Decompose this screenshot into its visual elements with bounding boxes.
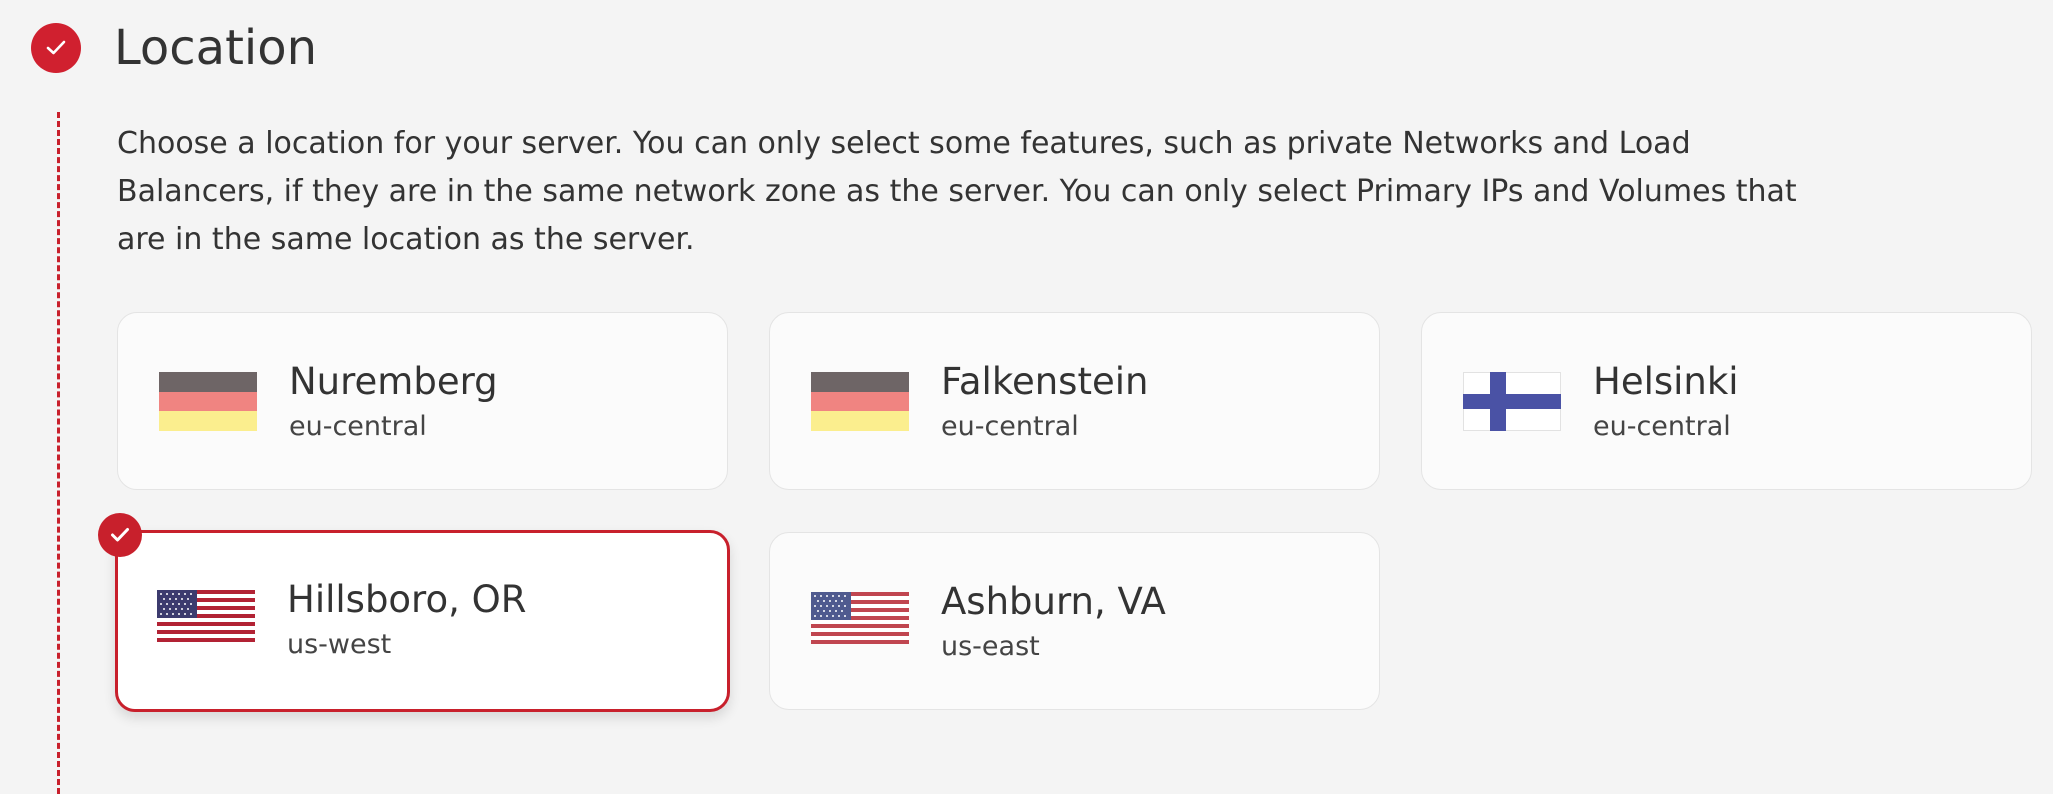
network-zone: us-east	[941, 631, 1040, 662]
network-zone: eu-central	[941, 411, 1079, 442]
usa-flag-icon	[811, 592, 909, 651]
step-title: Location	[114, 20, 318, 76]
location-card-helsinki[interactable]: Helsinki eu-central	[1421, 312, 2032, 490]
germany-flag-icon	[159, 372, 257, 431]
location-name: Falkenstein	[941, 360, 1149, 403]
location-name: Nuremberg	[289, 360, 498, 403]
location-name: Ashburn, VA	[941, 580, 1166, 623]
selected-check-icon	[98, 513, 142, 557]
location-description: Choose a location for your server. You c…	[117, 126, 1797, 257]
location-card-falkenstein[interactable]: Falkenstein eu-central	[769, 312, 1380, 490]
finland-flag-icon	[1463, 372, 1561, 431]
step-complete-check-icon	[31, 23, 81, 73]
network-zone: eu-central	[1593, 411, 1731, 442]
location-card-ashburn[interactable]: Ashburn, VA us-east	[769, 532, 1380, 710]
germany-flag-icon	[811, 372, 909, 431]
location-card-hillsboro[interactable]: Hillsboro, OR us-west	[98, 513, 730, 712]
location-card-nuremberg[interactable]: Nuremberg eu-central	[117, 312, 728, 490]
usa-flag-icon	[157, 590, 255, 649]
network-zone: us-west	[287, 629, 392, 660]
network-zone: eu-central	[289, 411, 427, 442]
location-name: Hillsboro, OR	[287, 578, 527, 621]
location-name: Helsinki	[1593, 360, 1739, 403]
location-step: Location Choose a location for your serv…	[0, 0, 2053, 794]
step-connector-line	[57, 112, 60, 794]
